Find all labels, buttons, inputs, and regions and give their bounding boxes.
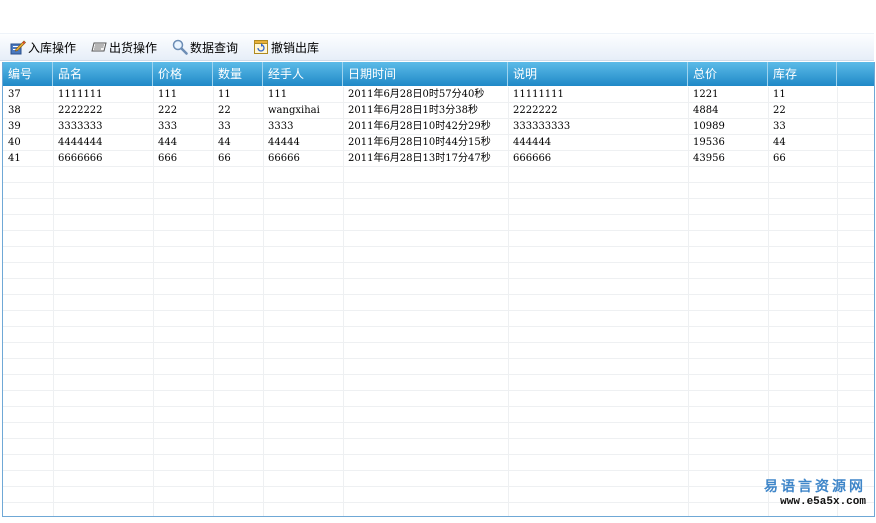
cell-quantity: 44 (218, 137, 231, 148)
app-window: 入库操作 出货操作 数据查询 撤销出库 编号 品名 价格 数量 经手人 日期时间… (0, 0, 876, 523)
cell-price: 333 (158, 121, 178, 132)
table-row[interactable]: 38 2222222 222 22 wangxihai 2011年6月28日1时… (3, 103, 874, 119)
undo-box-icon (253, 39, 269, 55)
pencil-book-icon (10, 39, 26, 55)
watermark-cn: 易语言资源网 (764, 479, 866, 495)
table-row[interactable]: 41 6666666 666 66 66666 2011年6月28日13时17分… (3, 151, 874, 167)
cell-quantity: 33 (218, 121, 231, 132)
cell-stock: 33 (773, 121, 786, 132)
cell-price: 111 (158, 89, 178, 100)
card-icon (91, 39, 107, 55)
cell-quantity: 22 (218, 105, 231, 116)
cell-stock: 22 (773, 105, 786, 116)
cell-datetime: 2011年6月28日0时57分40秒 (348, 89, 485, 100)
cancel-out-button[interactable]: 撤销出库 (253, 36, 319, 58)
cell-total: 10989 (693, 121, 725, 132)
cell-product: 4444444 (58, 137, 103, 148)
cell-note: 11111111 (513, 89, 564, 100)
cell-price: 222 (158, 105, 178, 116)
header-filler (837, 62, 874, 86)
cell-product: 3333333 (58, 121, 103, 132)
cell-id: 38 (8, 105, 21, 116)
inventory-table[interactable]: 编号 品名 价格 数量 经手人 日期时间 说明 总价 库存 37 11 11111… (2, 62, 875, 517)
cell-datetime: 2011年6月28日13时17分47秒 (348, 153, 491, 164)
cell-price: 666 (158, 153, 178, 164)
cell-handler: 44444 (268, 137, 300, 148)
table-row[interactable]: 37 1111111 111 11 111 2011年6月28日0时57分40秒… (3, 87, 874, 103)
cell-handler: 111 (268, 89, 288, 100)
cell-stock: 66 (773, 153, 786, 164)
stock-in-button[interactable]: 入库操作 (10, 36, 76, 58)
watermark: 易语言资源网 www.e5a5x.com (764, 476, 866, 508)
cell-id: 41 (8, 153, 21, 164)
cell-note: 444444 (513, 137, 552, 148)
cell-product: 6666666 (58, 153, 103, 164)
cell-handler: 3333 (268, 121, 294, 132)
table-body: 37 1111111 111 11 111 2011年6月28日0时57分40秒… (3, 87, 874, 167)
header-product[interactable]: 品名 (53, 62, 153, 86)
cell-datetime: 2011年6月28日1时3分38秒 (348, 105, 478, 116)
header-datetime[interactable]: 日期时间 (343, 62, 508, 86)
cell-note: 666666 (513, 153, 552, 164)
cell-total: 19536 (693, 137, 725, 148)
cell-note: 333333333 (513, 121, 571, 132)
cell-total: 4884 (693, 105, 719, 116)
stock-in-label: 入库操作 (28, 40, 77, 55)
cell-handler: 66666 (268, 153, 300, 164)
cell-stock: 11 (773, 89, 786, 100)
ship-out-label: 出货操作 (109, 40, 158, 55)
header-stock[interactable]: 库存 (768, 62, 837, 86)
cancel-out-label: 撤销出库 (271, 40, 320, 55)
cell-stock: 44 (773, 137, 786, 148)
cell-price: 444 (158, 137, 178, 148)
table-row[interactable]: 39 3333333 333 33 3333 2011年6月28日10时42分2… (3, 119, 874, 135)
header-id[interactable]: 编号 (3, 62, 53, 86)
table-header: 编号 品名 价格 数量 经手人 日期时间 说明 总价 库存 (3, 62, 874, 86)
cell-quantity: 11 (218, 89, 231, 100)
header-total[interactable]: 总价 (688, 62, 768, 86)
table-row[interactable]: 40 4444444 444 44 44444 2011年6月28日10时44分… (3, 135, 874, 151)
magnifier-icon (172, 39, 188, 55)
toolbar: 入库操作 出货操作 数据查询 撤销出库 (0, 33, 874, 61)
cell-id: 37 (8, 89, 21, 100)
header-handler[interactable]: 经手人 (263, 62, 343, 86)
query-label: 数据查询 (190, 40, 239, 55)
watermark-url: www.e5a5x.com (780, 496, 866, 508)
cell-note: 2222222 (513, 105, 558, 116)
header-price[interactable]: 价格 (153, 62, 213, 86)
header-note[interactable]: 说明 (508, 62, 688, 86)
cell-handler: wangxihai (268, 105, 320, 116)
cell-total: 43956 (693, 153, 725, 164)
cell-product: 1111111 (58, 89, 103, 100)
header-quantity[interactable]: 数量 (213, 62, 263, 86)
query-button[interactable]: 数据查询 (172, 36, 238, 58)
cell-datetime: 2011年6月28日10时44分15秒 (348, 137, 491, 148)
cell-id: 39 (8, 121, 21, 132)
cell-total: 1221 (693, 89, 719, 100)
cell-id: 40 (8, 137, 21, 148)
cell-quantity: 66 (218, 153, 231, 164)
cell-product: 2222222 (58, 105, 103, 116)
cell-datetime: 2011年6月28日10时42分29秒 (348, 121, 491, 132)
ship-out-button[interactable]: 出货操作 (91, 36, 157, 58)
